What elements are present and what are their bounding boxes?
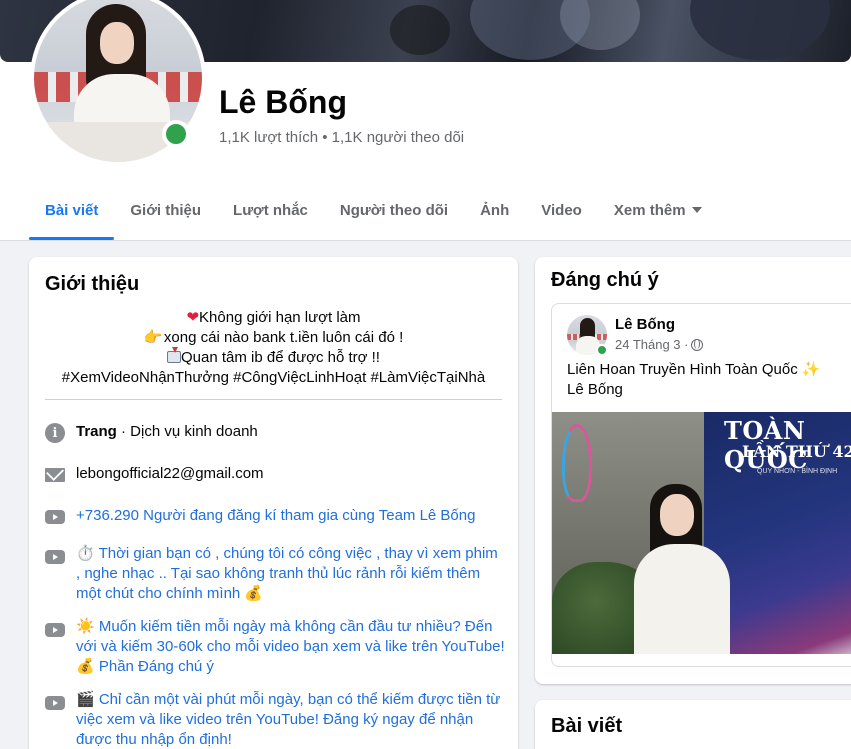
inbox-tray-icon [167, 347, 181, 363]
person-face [660, 494, 694, 536]
tab-mentions[interactable]: Lượt nhắc [217, 180, 324, 240]
bio-line: ❤Không giới hạn lượt làm [45, 308, 502, 328]
profile-header: Lê Bống 1,1K lượt thích • 1,1K người the… [0, 0, 851, 241]
bio: ❤Không giới hạn lượt làm 👉 xong cái nào … [45, 308, 502, 388]
intro-title: Giới thiệu [45, 273, 140, 295]
profile-tabs: Bài viết Giới thiệu Lượt nhắc Người theo… [29, 180, 718, 240]
mail-icon [45, 465, 65, 485]
featured-title: Đáng chú ý [551, 269, 659, 291]
banner-text: LẦN THỨ 42 [742, 442, 851, 461]
youtube-link[interactable]: ⏱️ Thời gian bạn có , chúng tôi có công … [76, 544, 505, 604]
youtube-link[interactable]: 🎬 Chỉ cần một vài phút mỗi ngày, bạn có … [76, 690, 505, 749]
post-image[interactable]: TOÀN QUỐC LẦN THỨ 42 QUY NHƠN - BÌNH ĐỊN… [552, 412, 851, 654]
info-link: +736.290 Người đang đăng kí tham gia cùn… [45, 506, 505, 527]
post-text: Liên Hoan Truyền Hình Toàn Quốc ✨ Lê Bốn… [567, 360, 851, 400]
youtube-icon [45, 507, 65, 527]
globe-icon [691, 338, 704, 351]
bio-hashtags[interactable]: #XemVideoNhậnThưởng #CôngViệcLinhHoạt #L… [62, 369, 485, 386]
youtube-link[interactable]: ☀️ Muốn kiếm tiền mỗi ngày mà không cần … [76, 617, 505, 677]
tab-more[interactable]: Xem thêm [598, 180, 718, 240]
bio-text: xong cái nào bank t.iền luôn cái đó ! [163, 329, 404, 346]
avatar-face [100, 22, 134, 64]
tab-videos[interactable]: Video [525, 180, 598, 240]
post-text-line: Liên Hoan Truyền Hình Toàn Quốc ✨ [567, 361, 821, 378]
tab-label: Ảnh [480, 201, 510, 219]
youtube-icon [45, 693, 65, 713]
tab-label: Video [541, 201, 582, 219]
post-meta: 24 Tháng 3 · [615, 337, 704, 352]
featured-post[interactable]: Lê Bống 24 Tháng 3 · Liên Hoan Truyền Hì… [551, 303, 851, 667]
pointing-hand-icon: 👉 [143, 329, 163, 346]
tab-label: Xem thêm [613, 201, 686, 219]
event-logo [562, 424, 592, 502]
bio-text: Không giới hạn lượt làm [199, 309, 361, 326]
tab-photos[interactable]: Ảnh [464, 180, 525, 240]
tab-followers[interactable]: Người theo dõi [324, 180, 464, 240]
profile-name: Lê Bống [219, 84, 347, 120]
info-link: 🎬 Chỉ cần một vài phút mỗi ngày, bạn có … [45, 690, 505, 749]
caret-down-icon [691, 207, 702, 213]
youtube-icon [45, 547, 65, 567]
bio-line: #XemVideoNhậnThưởng #CôngViệcLinhHoạt #L… [45, 368, 502, 388]
posts-card: Bài viết [535, 700, 851, 749]
person-shirt [634, 544, 730, 654]
tab-label: Giới thiệu [130, 201, 202, 219]
info-link: ☀️ Muốn kiếm tiền mỗi ngày mà không cần … [45, 617, 505, 677]
info-text: Trang · Dịch vụ kinh doanh [76, 422, 258, 443]
page-category: · Dịch vụ kinh doanh [116, 423, 258, 440]
post-author[interactable]: Lê Bống [615, 316, 675, 333]
online-status-indicator [596, 344, 608, 356]
heart-icon: ❤ [186, 309, 200, 326]
bio-line: Quan tâm ib để được hỗ trợ !! [45, 347, 502, 368]
tab-about[interactable]: Giới thiệu [114, 180, 217, 240]
info-page-category: i Trang · Dịch vụ kinh doanh [45, 422, 505, 443]
online-status-indicator [162, 120, 190, 148]
page-label: Trang [76, 423, 117, 440]
divider [45, 399, 502, 400]
bio-text: Quan tâm ib để được hỗ trợ !! [181, 349, 380, 366]
info-link: ⏱️ Thời gian bạn có , chúng tôi có công … [45, 544, 505, 604]
tab-label: Bài viết [45, 201, 99, 219]
post-text-line: Lê Bống [567, 381, 623, 398]
info-icon: i [45, 423, 65, 443]
posts-title: Bài viết [551, 715, 623, 737]
youtube-icon [45, 620, 65, 640]
tab-label: Lượt nhắc [233, 201, 308, 219]
cover-shape [390, 5, 450, 55]
intro-card: Giới thiệu ❤Không giới hạn lượt làm 👉 xo… [29, 257, 518, 749]
tab-label: Người theo dõi [339, 201, 449, 219]
featured-card: Đáng chú ý Lê Bống 24 Tháng 3 · Liên Hoa… [535, 257, 851, 684]
tab-posts[interactable]: Bài viết [29, 180, 115, 240]
profile-stats[interactable]: 1,1K lượt thích • 1,1K người theo dõi [219, 129, 464, 146]
post-date[interactable]: 24 Tháng 3 · [615, 337, 688, 352]
bio-line: 👉 xong cái nào bank t.iền luôn cái đó ! [45, 328, 502, 348]
info-email: lebongofficial22@gmail.com [45, 464, 505, 485]
email-text[interactable]: lebongofficial22@gmail.com [76, 464, 264, 485]
youtube-link[interactable]: +736.290 Người đang đăng kí tham gia cùn… [76, 506, 475, 527]
banner-text: QUY NHƠN - BÌNH ĐỊNH [757, 468, 838, 475]
cover-shape [690, 0, 830, 60]
